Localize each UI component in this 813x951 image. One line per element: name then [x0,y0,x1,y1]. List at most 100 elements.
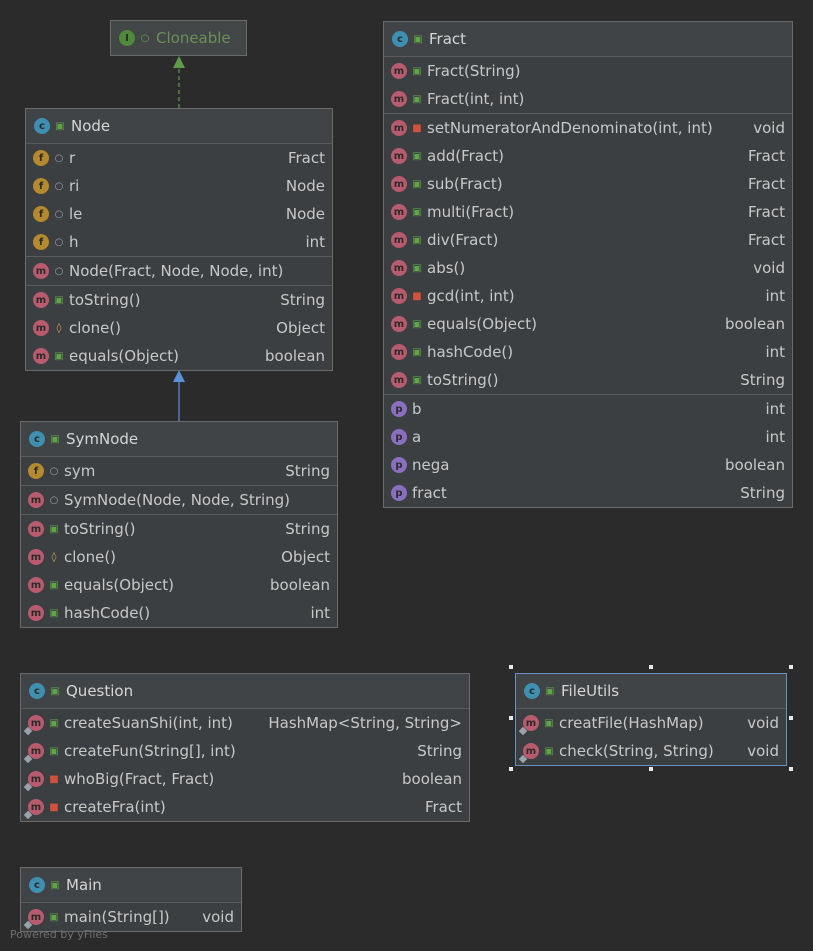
cloneable-interface-box[interactable]: I ○ Cloneable [110,20,247,56]
fileutils-class-box[interactable]: c ▣ FileUtils m ▣ creatFile(HashMap) void m ▣ che… [515,673,787,766]
member-name: abs() [427,259,466,277]
method-row[interactable]: m ▣ creatFile(HashMap) void [516,709,786,737]
propertie-row[interactable]: p a int [384,423,792,451]
method-icon: m [28,605,44,621]
field-row[interactable]: f ○ sym String [21,457,337,485]
propertie-row[interactable]: p b int [384,395,792,423]
member-type: boolean [402,770,462,788]
selection-handle[interactable] [509,665,513,669]
selection-handle[interactable] [649,767,653,771]
method-row[interactable]: m ▣ main(String[]) void [21,903,241,931]
method-row[interactable]: m ■ setNumeratorAndDenominato(int, int) voi… [384,114,792,142]
symnode-class-box[interactable]: c ▣ SymNode f ○ sym String m ○ SymNode(Node, Node… [20,421,338,628]
member-name: whoBig(Fract, Fract) [64,770,215,788]
method-row[interactable]: m ▣ equals(Object) boolean [26,342,332,370]
member-type: Fract [287,149,325,167]
public-visibility-icon: ▣ [412,65,422,77]
public-visibility-icon: ▣ [544,745,554,757]
question-class-box[interactable]: c ▣ Question m ▣ createSuanShi(int, int) HashM… [20,673,470,822]
member-type: boolean [725,456,785,474]
method-row[interactable]: m ▣ createFun(String[], int) String [21,737,469,765]
method-icon: m [391,232,407,248]
method-row[interactable]: m ■ whoBig(Fract, Fract) boolean [21,765,469,793]
member-name: sym [64,462,96,480]
methods-section: m ■ setNumeratorAndDenominato(int, int) voi… [384,114,792,395]
method-icon: m [33,348,49,364]
class-icon: c [29,877,45,893]
fract-class-box[interactable]: c ▣ Fract m ▣ Fract(String) m ▣ Fract(int, int) m… [383,21,793,508]
method-icon: m [23,799,44,820]
member-name: nega [412,456,450,474]
public-visibility-icon: ▣ [412,93,422,105]
field-row[interactable]: f ○ r Fract [26,144,332,172]
member-name: a [412,428,422,446]
method-row[interactable]: m ▣ div(Fract) Fract [384,226,792,254]
package-visibility-icon: ○ [54,236,64,248]
class-name: SymNode [66,430,139,448]
method-row[interactable]: m ▣ equals(Object) boolean [21,571,337,599]
member-type: Node [285,177,325,195]
method-row[interactable]: m ▣ sub(Fract) Fract [384,170,792,198]
private-visibility-icon: ■ [412,290,422,302]
method-row[interactable]: m ▣ hashCode() int [21,599,337,627]
method-row[interactable]: m ▣ createSuanShi(int, int) HashMap<String,… [21,709,469,737]
constructor-row[interactable]: m ▣ Fract(int, int) [384,85,792,113]
method-row[interactable]: m ▣ check(String, String) void [516,737,786,765]
selection-handle[interactable] [789,665,793,669]
property-icon: p [391,457,407,473]
member-type: String [280,291,325,309]
member-name: fract [412,484,447,502]
constructor-row[interactable]: m ▣ Fract(String) [384,57,792,85]
public-visibility-icon: ▣ [412,346,422,358]
field-row[interactable]: f ○ ri Node [26,172,332,200]
static-overlay-icon [518,726,528,736]
propertie-row[interactable]: p fract String [384,479,792,507]
method-icon: m [391,176,407,192]
public-visibility-icon: ▣ [412,262,422,274]
member-type: Fract [747,175,785,193]
member-name: main(String[]) [64,908,170,926]
property-icon: p [391,429,407,445]
static-overlay-icon [23,810,33,820]
method-row[interactable]: m ▣ toString() String [384,366,792,394]
selection-handle[interactable] [789,716,793,720]
selection-handle[interactable] [789,767,793,771]
method-row[interactable]: m ▣ toString() String [26,286,332,314]
field-row[interactable]: f ○ le Node [26,200,332,228]
method-row[interactable]: m ■ createFra(int) Fract [21,793,469,821]
main-class-box[interactable]: c ▣ Main m ▣ main(String[]) void [20,867,242,932]
member-name: toString() [427,371,499,389]
public-visibility-icon: ▣ [50,879,60,891]
node-class-box[interactable]: c ▣ Node f ○ r Fract f ○ ri Node f ○ le Node f ○ h int m ○ No… [25,108,333,371]
private-visibility-icon: ■ [412,122,422,134]
method-row[interactable]: m ▣ add(Fract) Fract [384,142,792,170]
selection-handle[interactable] [509,767,513,771]
method-row[interactable]: m ■ gcd(int, int) int [384,282,792,310]
constructor-row[interactable]: m ○ SymNode(Node, Node, String) [21,486,337,514]
method-row[interactable]: m ▣ abs() void [384,254,792,282]
public-visibility-icon: ▣ [413,33,423,45]
member-type: String [285,520,330,538]
selection-handle[interactable] [649,665,653,669]
method-row[interactable]: m ▣ toString() String [21,515,337,543]
propertie-row[interactable]: p nega boolean [384,451,792,479]
method-row[interactable]: m ▣ multi(Fract) Fract [384,198,792,226]
class-name: Question [66,682,134,700]
public-visibility-icon: ▣ [50,433,60,445]
method-row[interactable]: m ▣ hashCode() int [384,338,792,366]
method-row[interactable]: m ◊ clone() Object [21,543,337,571]
member-type: String [740,371,785,389]
method-icon: m [23,771,44,792]
methods-section: m ▣ main(String[]) void [21,903,241,931]
selection-handle[interactable] [509,716,513,720]
method-row[interactable]: m ▣ equals(Object) boolean [384,310,792,338]
constructor-row[interactable]: m ○ Node(Fract, Node, Node, int) [26,257,332,285]
method-icon: m [391,372,407,388]
field-row[interactable]: f ○ h int [26,228,332,256]
method-icon: m [23,909,44,930]
public-visibility-icon: ▣ [412,234,422,246]
member-name: equals(Object) [64,576,174,594]
member-name: add(Fract) [427,147,504,165]
public-visibility-icon: ▣ [50,685,60,697]
method-row[interactable]: m ◊ clone() Object [26,314,332,342]
